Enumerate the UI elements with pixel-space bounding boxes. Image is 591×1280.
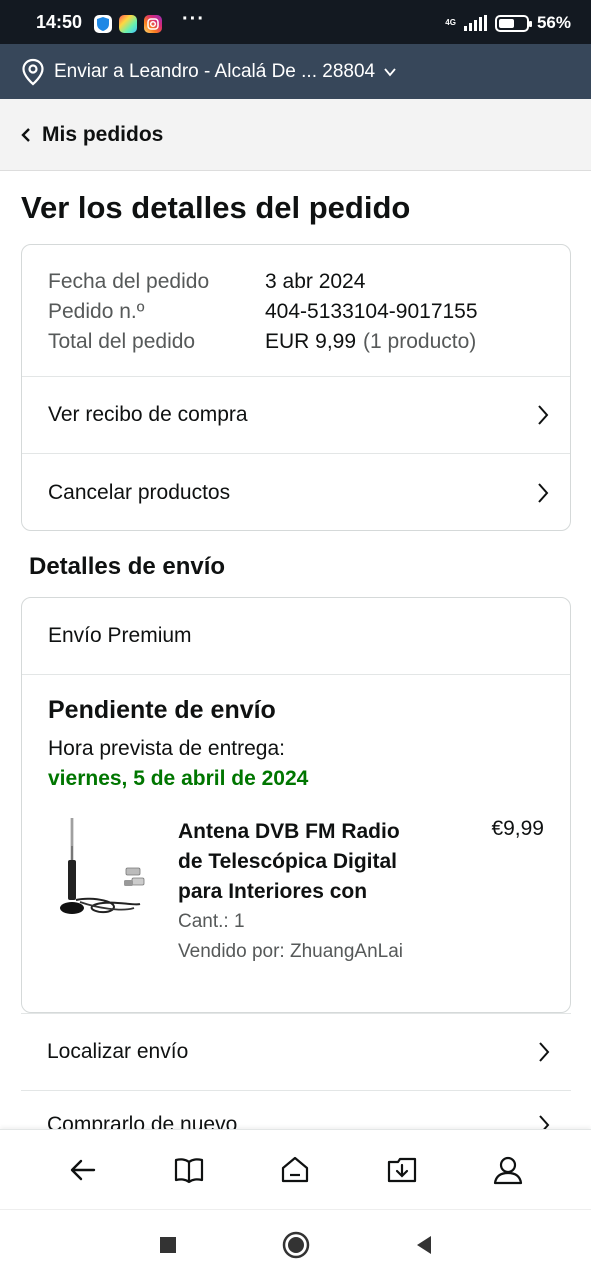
view-receipt-label: Ver recibo de compra [48,403,248,426]
home-system-button[interactable] [281,1230,311,1260]
book-icon [175,1157,204,1183]
delivery-eta-label: Hora prevista de entrega: [48,737,285,760]
system-nav-bar [0,1209,591,1280]
nav-back-button[interactable] [53,1140,113,1200]
chevron-right-icon [539,1042,550,1062]
chevron-right-icon [538,405,549,425]
view-receipt-link[interactable]: Ver recibo de compra [22,377,570,454]
order-number-label: Pedido n.º [48,300,145,323]
order-summary-card: Fecha del pedido 3 abr 2024 Pedido n.º 4… [21,244,571,531]
order-date-label: Fecha del pedido [48,270,210,293]
order-total-value: EUR 9,99 [265,330,357,353]
back-arrow-icon [70,1159,96,1180]
colorful-app-icon [119,15,137,33]
product-title-link[interactable]: Antena DVB FM Radio de Telescópica Digit… [178,817,428,907]
nav-profile-button[interactable] [478,1140,538,1200]
delivery-address-bar[interactable]: Enviar a Leandro - Alcalá De ... 28804 [0,44,591,99]
order-date-row: Fecha del pedido 3 abr 2024 [48,267,544,297]
instagram-icon [144,15,162,33]
back-to-orders[interactable]: Mis pedidos [0,99,591,171]
order-total-label: Total del pedido [48,330,196,353]
download-icon [387,1157,416,1182]
page-title: Ver los detalles del pedido [21,190,411,225]
delivery-eta-date: viernes, 5 de abril de 2024 [48,767,309,790]
recents-square-icon [159,1237,176,1253]
more-dots-icon: ··· [182,8,205,30]
product-seller: Vendido por: ZhuangAnLai [178,941,404,962]
delivery-address: Enviar a Leandro - Alcalá De ... 28804 [54,60,376,82]
track-shipment-label: Localizar envío [47,1040,189,1063]
status-time: 14:50 [36,12,83,32]
profile-icon [493,1156,522,1184]
home-icon [282,1156,309,1182]
chevron-down-icon [384,67,396,76]
cancel-products-label: Cancelar productos [48,480,231,504]
home-circle-icon [282,1231,309,1259]
back-system-button[interactable] [409,1230,439,1260]
order-info: Fecha del pedido 3 abr 2024 Pedido n.º 4… [22,245,570,377]
back-label: Mis pedidos [42,122,164,146]
order-total-row: Total del pedido EUR 9,99 (1 producto) [48,327,544,357]
nav-download-button[interactable] [372,1140,432,1200]
order-date-value: 3 abr 2024 [265,270,366,293]
order-number-value: 404-5133104-9017155 [265,300,478,323]
shipping-heading: Detalles de envío [29,553,226,580]
back-triangle-icon [416,1236,431,1254]
notification-icons [94,15,162,33]
recents-button[interactable] [153,1230,183,1260]
nav-book-button[interactable] [159,1140,219,1200]
chevron-right-icon [538,482,549,503]
shipping-method: Envío Premium [22,598,570,675]
track-shipment-link[interactable]: Localizar envío [21,1013,571,1090]
product-quantity: Cant.: 1 [178,911,245,932]
product-price: €9,99 [491,817,544,840]
shipment-card: Envío Premium Pendiente de envío Hora pr… [21,597,571,1013]
order-item-count: (1 producto) [363,330,477,353]
chevron-left-icon [21,127,30,142]
signal-icon [463,15,487,31]
bottom-app-nav [0,1129,591,1209]
shield-app-icon [94,15,112,33]
network-type: 4G [445,18,456,27]
nav-home-button[interactable] [265,1140,325,1200]
order-number-row: Pedido n.º 404-5133104-9017155 [48,297,544,327]
product-image[interactable] [52,816,148,922]
status-bar: 14:50 ··· 4G 56% [0,0,591,44]
cancel-products-link[interactable]: Cancelar productos [22,454,570,530]
location-pin-icon [22,58,44,85]
battery-icon [494,14,532,32]
battery-percent: 56% [536,13,571,32]
shipment-status: Pendiente de envío [48,696,276,724]
